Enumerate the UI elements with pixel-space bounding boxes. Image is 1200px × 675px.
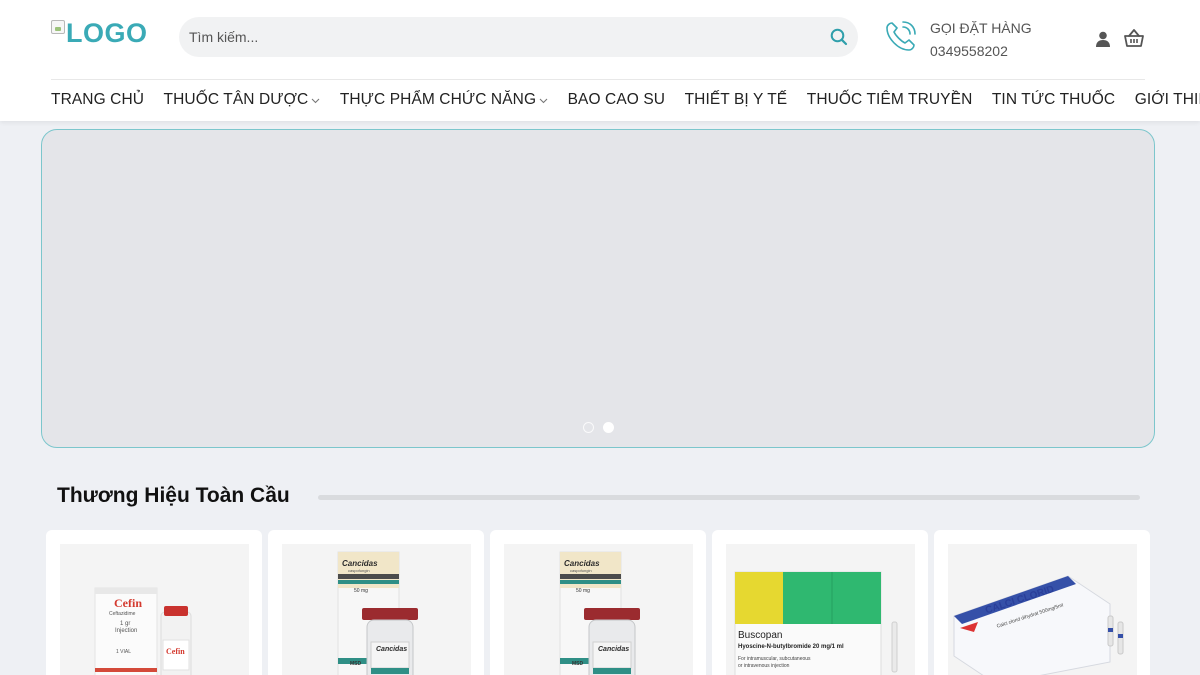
nav-label: TRANG CHỦ xyxy=(51,91,145,108)
product-note-2: or intravenous injection xyxy=(738,663,790,669)
nav-label: THUỐC TIÊM TRUYỀN xyxy=(806,91,973,108)
product-dose: 1 gr xyxy=(120,621,131,627)
nav-item-drug-news[interactable]: TIN TỨC THUỐC xyxy=(992,91,1115,109)
main-nav: TRANG CHỦ THUỐC TÂN DƯỢC THỰC PHẨM CHỨC … xyxy=(51,80,1200,120)
call-label: GỌI ĐẶT HÀNG xyxy=(930,20,1032,36)
nav-item-supplements[interactable]: THỰC PHẨM CHỨC NĂNG xyxy=(340,91,548,109)
nav-label: BAO CAO SU xyxy=(567,91,666,108)
product-image: CALCI CLORID Calci clorid dihydrat 500mg… xyxy=(948,544,1137,675)
product-image: Cancidas caspofungin 50 mg Cancidas MSD xyxy=(282,544,471,675)
product-brand-vial: Cefin xyxy=(166,647,185,656)
cart-basket-icon[interactable] xyxy=(1123,27,1145,49)
nav-label: THIẾT BỊ Y TẾ xyxy=(684,91,788,108)
product-card[interactable]: Cefin Ceftazidime 1 gr Injection 1 VIAL … xyxy=(46,530,262,675)
product-image: Cefin Ceftazidime 1 gr Injection 1 VIAL … xyxy=(60,544,249,675)
nav-item-condoms[interactable]: BAO CAO SU xyxy=(568,91,665,109)
banner-slider[interactable] xyxy=(41,129,1155,448)
section-divider xyxy=(318,495,1140,500)
product-card[interactable]: Cancidas caspofungin 50 mg Cancidas MSD xyxy=(490,530,706,675)
product-image: Cancidas caspofungin 50 mg Cancidas MSD xyxy=(504,544,693,675)
product-pack: 1 VIAL xyxy=(116,649,132,655)
nav-label: TIN TỨC THUỐC xyxy=(991,91,1116,108)
chevron-down-icon xyxy=(311,98,320,104)
product-subtitle: caspofungin xyxy=(570,568,592,573)
product-subtitle: Hyoscine-N-butylbromide 20 mg/1 ml xyxy=(738,644,844,650)
slider-dot-1[interactable] xyxy=(583,422,594,433)
product-form: Injection xyxy=(115,628,138,634)
product-brand: Cancidas xyxy=(564,559,600,568)
section-title: Thương Hiệu Toàn Cầu xyxy=(57,484,290,507)
product-maker: MSD xyxy=(572,661,584,667)
nav-label: THỰC PHẨM CHỨC NĂNG xyxy=(339,91,537,108)
nav-item-medical-devices[interactable]: THIẾT BỊ Y TẾ xyxy=(685,91,788,109)
slider-dots xyxy=(583,422,614,433)
nav-item-injections[interactable]: THUỐC TIÊM TRUYỀN xyxy=(807,91,973,109)
logo-text: LOGO xyxy=(66,18,148,48)
product-brand: Cancidas xyxy=(342,559,378,568)
search-bar xyxy=(179,17,858,57)
product-carousel: Cefin Ceftazidime 1 gr Injection 1 VIAL … xyxy=(46,530,1151,675)
user-icon[interactable] xyxy=(1094,30,1112,48)
product-brand: Buscopan xyxy=(738,630,783,641)
call-phone-number[interactable]: 0349558202 xyxy=(930,43,1008,59)
product-dose: 50 mg xyxy=(576,588,590,594)
product-brand-vial: Cancidas xyxy=(376,646,408,653)
site-header: LOGO GỌI ĐẶT HÀNG 0349558202 TRANG CHỦ T… xyxy=(0,0,1200,121)
chevron-down-icon xyxy=(539,98,548,104)
phone-ringing-icon xyxy=(886,21,916,51)
product-maker: MSD xyxy=(350,661,362,667)
product-subtitle: caspofungin xyxy=(348,568,370,573)
product-card[interactable]: CALCI CLORID Calci clorid dihydrat 500mg… xyxy=(934,530,1150,675)
product-card[interactable]: Buscopan Hyoscine-N-butylbromide 20 mg/1… xyxy=(712,530,928,675)
nav-label: THUỐC TÂN DƯỢC xyxy=(163,91,309,108)
product-note-1: For intramuscular, subcutaneous xyxy=(738,656,811,662)
broken-image-icon xyxy=(51,20,65,34)
nav-item-prescription-drugs[interactable]: THUỐC TÂN DƯỢC xyxy=(164,91,321,109)
product-brand-vial: Cancidas xyxy=(598,646,630,653)
site-logo[interactable]: LOGO xyxy=(51,18,148,48)
search-input[interactable] xyxy=(189,17,809,57)
product-image: Buscopan Hyoscine-N-butylbromide 20 mg/1… xyxy=(726,544,915,675)
nav-label: GIỚI THIỆU xyxy=(1134,91,1200,108)
search-icon[interactable] xyxy=(830,28,848,46)
nav-item-about[interactable]: GIỚI THIỆU xyxy=(1135,91,1200,109)
product-brand: Cefin xyxy=(114,596,142,610)
call-to-order[interactable]: GỌI ĐẶT HÀNG 0349558202 xyxy=(884,17,1054,61)
slider-dot-2[interactable] xyxy=(603,422,614,433)
nav-item-home[interactable]: TRANG CHỦ xyxy=(51,91,144,109)
product-dose: 50 mg xyxy=(354,588,368,594)
product-card[interactable]: Cancidas caspofungin 50 mg Cancidas MSD xyxy=(268,530,484,675)
product-subtitle: Ceftazidime xyxy=(109,611,136,617)
